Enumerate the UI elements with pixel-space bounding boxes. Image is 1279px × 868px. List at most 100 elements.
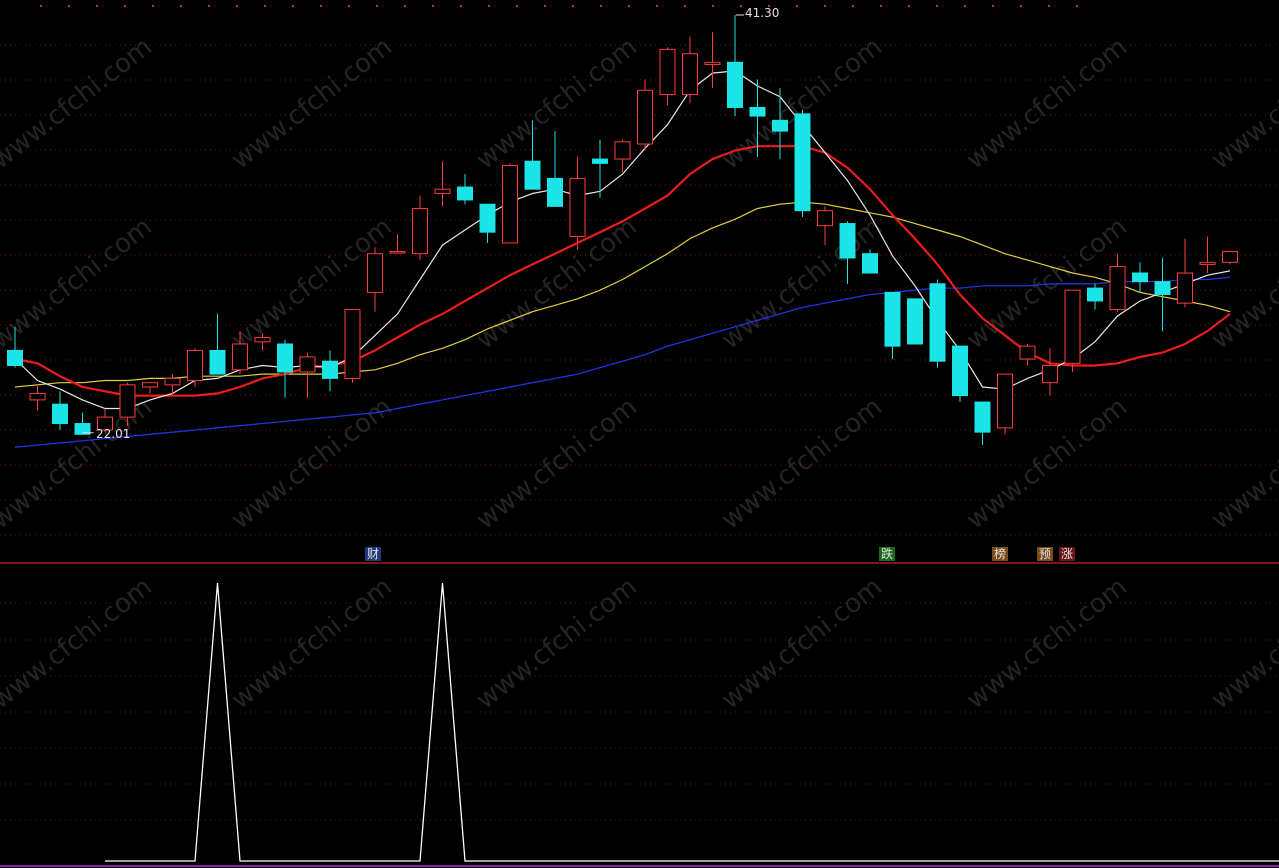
grid-line	[544, 5, 546, 7]
candle-body	[682, 53, 698, 96]
candle-body	[862, 253, 878, 274]
watermark: www.cfchi.com	[1206, 32, 1279, 176]
candle-body	[164, 377, 181, 386]
grid-line	[404, 5, 406, 7]
candle-body	[1064, 289, 1081, 364]
stock-chart: www.cfchi.com www.cfchi.com www.cfchi.com w…	[0, 0, 1279, 868]
watermark: www.cfchi.com	[1206, 572, 1279, 716]
candle-body	[929, 283, 946, 362]
watermark: www.cfchi.com	[0, 572, 158, 716]
grid-line	[852, 5, 854, 7]
candle-body	[547, 177, 563, 207]
candle-body	[884, 291, 901, 347]
grid-line	[40, 5, 42, 7]
candle-body	[322, 360, 338, 379]
candle-body	[344, 309, 361, 379]
grid-line	[908, 5, 910, 7]
candle-body	[1019, 345, 1036, 360]
candle-body	[524, 160, 541, 190]
watermark: www.cfchi.com	[0, 32, 158, 176]
grid-line	[796, 5, 798, 7]
low-price-label: 22.01	[96, 427, 131, 441]
candle-body	[794, 113, 811, 212]
candle-body	[614, 141, 631, 160]
candle-body	[1087, 287, 1103, 302]
candle-body	[479, 203, 496, 233]
watermark: www.cfchi.com	[226, 572, 398, 716]
candle-body	[52, 403, 68, 425]
grid-line	[516, 5, 518, 7]
grid-line	[712, 5, 714, 7]
grid-line	[264, 5, 266, 7]
watermark: www.cfchi.com	[716, 572, 888, 716]
candle-body	[1042, 364, 1058, 384]
candle-body	[997, 373, 1013, 429]
watermark: www.cfchi.com	[961, 32, 1133, 176]
watermark: www.cfchi.com	[471, 392, 643, 536]
watermark: www.cfchi.com	[716, 392, 888, 536]
signal-yu: 预	[1037, 547, 1054, 561]
candle-body	[1109, 266, 1126, 311]
high-price-label: 41.30	[745, 6, 780, 20]
candle-body	[659, 48, 676, 96]
grid-line	[152, 5, 154, 7]
candle-body	[389, 251, 406, 254]
candle-body	[1154, 281, 1171, 296]
candle-body	[412, 208, 428, 255]
grid-line	[992, 5, 994, 7]
candle-body	[142, 382, 158, 388]
grid-line	[68, 5, 70, 7]
candle-body	[704, 61, 721, 65]
grid-line	[348, 5, 350, 7]
watermark: www.cfchi.com	[716, 212, 888, 356]
signal-bang: 榜	[992, 547, 1009, 561]
candle-body	[1132, 272, 1148, 283]
candle-body	[569, 177, 586, 237]
candle-body	[254, 337, 271, 343]
candle-body	[434, 188, 451, 194]
grid-line	[656, 5, 658, 7]
grid-line	[740, 5, 742, 7]
signal-cai: 财	[365, 547, 382, 561]
price-panel: www.cfchi.com www.cfchi.com www.cfchi.com w…	[0, 5, 1279, 867]
watermark: www.cfchi.com	[961, 572, 1133, 716]
grid-line	[432, 5, 434, 7]
candle-body	[299, 356, 316, 373]
candle-body	[1177, 272, 1193, 304]
candle-body	[29, 392, 46, 401]
grid-line	[236, 5, 238, 7]
candle-body	[974, 401, 991, 433]
watermark: www.cfchi.com	[0, 212, 158, 356]
grid-line	[936, 5, 938, 7]
candle-body	[749, 106, 766, 117]
grid-line	[488, 5, 490, 7]
candle-body	[187, 349, 203, 382]
candle-body	[817, 210, 833, 227]
candle-body	[592, 158, 608, 164]
watermark: www.cfchi.com	[226, 32, 398, 176]
grid-line	[208, 5, 210, 7]
grid-line	[180, 5, 182, 7]
grid-line	[1020, 5, 1022, 7]
candle-body	[7, 349, 23, 366]
candle-body	[1222, 251, 1238, 263]
grid-line	[460, 5, 462, 7]
candle-body	[209, 349, 226, 375]
signal-die: 跌	[879, 547, 896, 561]
candle-body	[457, 186, 473, 201]
candle-body	[952, 345, 968, 397]
grid-line	[292, 5, 294, 7]
candle-body	[502, 165, 518, 244]
signal-line	[105, 582, 1279, 862]
candle-body	[839, 223, 856, 259]
candle-body	[727, 61, 743, 108]
grid-line	[964, 5, 966, 7]
watermark: www.cfchi.com	[1206, 212, 1279, 356]
grid-line	[600, 5, 602, 7]
grid-line	[824, 5, 826, 7]
grid-line	[96, 5, 98, 7]
grid-line	[880, 5, 882, 7]
grid-line	[628, 5, 630, 7]
grid-line	[1048, 5, 1050, 7]
grid-line	[684, 5, 686, 7]
